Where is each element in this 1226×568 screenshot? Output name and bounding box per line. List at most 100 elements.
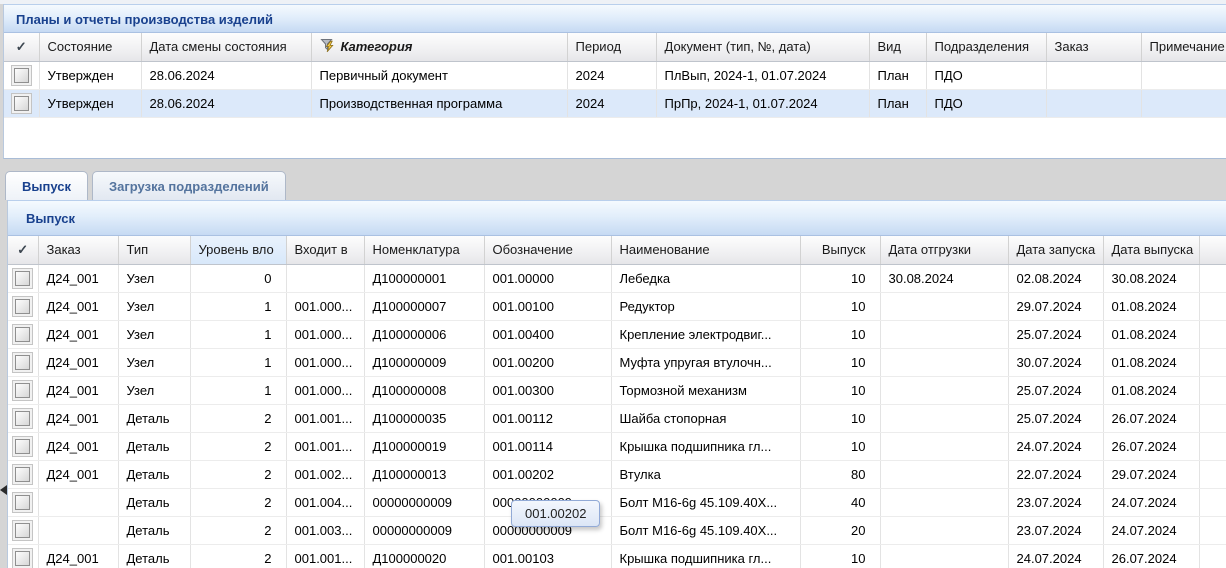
cell[interactable] bbox=[8, 348, 38, 376]
cell[interactable]: 26.07.2024 bbox=[1103, 404, 1199, 432]
column-header-период[interactable]: Период bbox=[567, 33, 656, 61]
cell[interactable]: 10 bbox=[800, 264, 880, 292]
row-checkbox[interactable] bbox=[15, 299, 30, 314]
cell[interactable]: 001.003... bbox=[286, 516, 364, 544]
cell[interactable]: 25.07.2024 bbox=[1008, 376, 1103, 404]
cell[interactable]: Шайба стопорная bbox=[611, 404, 800, 432]
cell[interactable] bbox=[8, 404, 38, 432]
cell[interactable]: 1 bbox=[190, 292, 286, 320]
cell[interactable]: Д100000020 bbox=[364, 544, 484, 568]
cell[interactable]: 00000000009 bbox=[364, 516, 484, 544]
cell[interactable]: 01.08.2024 bbox=[1103, 320, 1199, 348]
column-header--[interactable]: ✓ bbox=[8, 236, 38, 264]
cell[interactable] bbox=[4, 89, 39, 117]
cell[interactable] bbox=[1199, 348, 1226, 376]
cell[interactable] bbox=[1199, 516, 1226, 544]
cell[interactable]: 001.000... bbox=[286, 348, 364, 376]
cell[interactable]: 01.08.2024 bbox=[1103, 348, 1199, 376]
row-checkbox[interactable] bbox=[15, 383, 30, 398]
cell[interactable]: Д100000013 bbox=[364, 460, 484, 488]
column-header-состояние[interactable]: Состояние bbox=[39, 33, 141, 61]
cell[interactable]: Деталь bbox=[118, 544, 190, 568]
cell[interactable]: 00000000009 bbox=[364, 488, 484, 516]
cell[interactable]: Узел bbox=[118, 376, 190, 404]
cell[interactable]: 10 bbox=[800, 376, 880, 404]
cell[interactable] bbox=[8, 264, 38, 292]
cell[interactable]: Деталь bbox=[118, 432, 190, 460]
cell[interactable]: 001.00114 bbox=[484, 432, 611, 460]
row-checkbox[interactable] bbox=[15, 439, 30, 454]
cell[interactable]: Деталь bbox=[118, 488, 190, 516]
cell[interactable]: 1 bbox=[190, 376, 286, 404]
column-header-дата-отгрузки[interactable]: Дата отгрузки bbox=[880, 236, 1008, 264]
cell[interactable] bbox=[1046, 89, 1141, 117]
cell[interactable]: Д100000007 bbox=[364, 292, 484, 320]
column-header-заказ[interactable]: Заказ bbox=[1046, 33, 1141, 61]
cell[interactable]: Редуктор bbox=[611, 292, 800, 320]
cell[interactable]: 1 bbox=[190, 320, 286, 348]
cell[interactable]: Д100000035 bbox=[364, 404, 484, 432]
cell[interactable]: 24.07.2024 bbox=[1008, 544, 1103, 568]
column-header-выпуск[interactable]: Выпуск bbox=[800, 236, 880, 264]
cell[interactable]: 1 bbox=[190, 348, 286, 376]
cell[interactable]: 001.00000 bbox=[484, 264, 611, 292]
cell[interactable]: Д24_001 bbox=[38, 376, 118, 404]
cell[interactable]: Деталь bbox=[118, 516, 190, 544]
cell[interactable]: Деталь bbox=[118, 460, 190, 488]
cell[interactable] bbox=[880, 292, 1008, 320]
cell[interactable] bbox=[8, 544, 38, 568]
row-checkbox[interactable] bbox=[15, 411, 30, 426]
cell[interactable] bbox=[8, 376, 38, 404]
cell[interactable]: Крышка подшипника гл... bbox=[611, 544, 800, 568]
column-header-входит-в[interactable]: Входит в bbox=[286, 236, 364, 264]
cell[interactable]: 2 bbox=[190, 488, 286, 516]
cell[interactable]: Д24_001 bbox=[38, 432, 118, 460]
tab-vypusk[interactable]: Выпуск bbox=[5, 171, 88, 200]
cell[interactable]: 29.07.2024 bbox=[1103, 460, 1199, 488]
cell[interactable]: 2 bbox=[190, 432, 286, 460]
cell[interactable]: 28.06.2024 bbox=[141, 89, 311, 117]
cell[interactable]: 23.07.2024 bbox=[1008, 516, 1103, 544]
cell[interactable] bbox=[1199, 320, 1226, 348]
column-header-примечание[interactable]: Примечание bbox=[1141, 33, 1226, 61]
cell[interactable]: Д100000009 bbox=[364, 348, 484, 376]
cell[interactable]: ПДО bbox=[926, 61, 1046, 89]
cell[interactable]: 26.07.2024 bbox=[1103, 544, 1199, 568]
column-header-заказ[interactable]: Заказ bbox=[38, 236, 118, 264]
cell[interactable]: 2 bbox=[190, 404, 286, 432]
cell[interactable]: 10 bbox=[800, 320, 880, 348]
cell[interactable] bbox=[1141, 61, 1226, 89]
cell[interactable]: Узел bbox=[118, 320, 190, 348]
row-checkbox[interactable] bbox=[15, 271, 30, 286]
cell[interactable]: 80 bbox=[800, 460, 880, 488]
column-header-дата-смены-состояния[interactable]: Дата смены состояния bbox=[141, 33, 311, 61]
cell[interactable]: Производственная программа bbox=[311, 89, 567, 117]
cell[interactable]: 001.00400 bbox=[484, 320, 611, 348]
column-header-дата-запуска[interactable]: Дата запуска bbox=[1008, 236, 1103, 264]
cell[interactable]: Д100000001 bbox=[364, 264, 484, 292]
cell[interactable]: ПДО bbox=[926, 89, 1046, 117]
cell[interactable]: 001.000... bbox=[286, 376, 364, 404]
cell[interactable]: 2024 bbox=[567, 89, 656, 117]
cell[interactable]: 001.000... bbox=[286, 320, 364, 348]
cell[interactable]: Первичный документ bbox=[311, 61, 567, 89]
column-header-подразделения[interactable]: Подразделения bbox=[926, 33, 1046, 61]
column-header-empty[interactable] bbox=[1199, 236, 1226, 264]
cell[interactable] bbox=[4, 61, 39, 89]
cell[interactable]: 001.00103 bbox=[484, 544, 611, 568]
cell[interactable]: 01.08.2024 bbox=[1103, 376, 1199, 404]
cell[interactable]: ПлВып, 2024-1, 01.07.2024 bbox=[656, 61, 869, 89]
column-header-дата-выпуска[interactable]: Дата выпуска bbox=[1103, 236, 1199, 264]
cell[interactable]: 10 bbox=[800, 348, 880, 376]
cell[interactable]: Д24_001 bbox=[38, 264, 118, 292]
cell[interactable]: Лебедка bbox=[611, 264, 800, 292]
cell[interactable]: 001.00112 bbox=[484, 404, 611, 432]
column-header-вид[interactable]: Вид bbox=[869, 33, 926, 61]
cell[interactable] bbox=[1199, 432, 1226, 460]
cell[interactable] bbox=[1141, 89, 1226, 117]
cell[interactable]: Болт М16-6g 45.109.40Х... bbox=[611, 516, 800, 544]
left-splitter-arrow-icon[interactable] bbox=[0, 485, 7, 495]
column-header-документ-тип-дата-[interactable]: Документ (тип, №, дата) bbox=[656, 33, 869, 61]
cell[interactable]: 28.06.2024 bbox=[141, 61, 311, 89]
row-checkbox[interactable] bbox=[14, 96, 29, 111]
